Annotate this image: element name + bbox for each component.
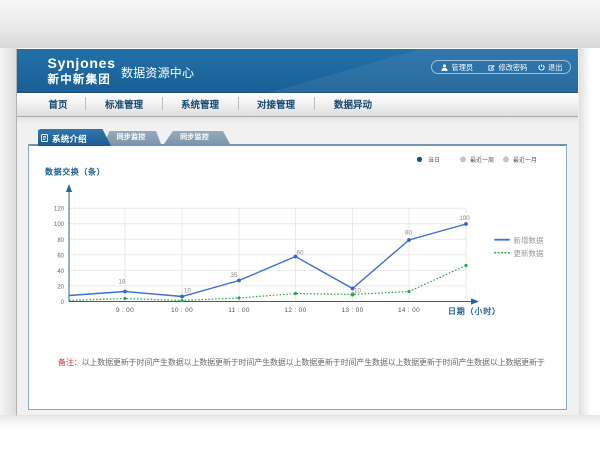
svg-text:11 : 00: 11 : 00 <box>228 307 250 314</box>
svg-text:120: 120 <box>54 207 65 213</box>
svg-text:12 : 00: 12 : 00 <box>285 307 307 314</box>
svg-text:10 : 00: 10 : 00 <box>171 307 193 314</box>
svg-text:9 : 00: 9 : 00 <box>116 307 134 314</box>
svg-text:80: 80 <box>405 230 412 237</box>
svg-text:60: 60 <box>57 253 64 259</box>
svg-text:20: 20 <box>57 284 64 290</box>
svg-text:10: 10 <box>354 288 361 295</box>
svg-text:最近一周: 最近一周 <box>470 156 494 164</box>
svg-text:日期（小时）: 日期（小时） <box>448 306 501 316</box>
svg-text:10: 10 <box>184 288 191 295</box>
svg-text:更新数据: 更新数据 <box>514 248 544 258</box>
svg-text:14 : 00: 14 : 00 <box>398 307 420 314</box>
svg-text:100: 100 <box>459 215 470 222</box>
svg-text:数据交换（条）: 数据交换（条） <box>45 167 105 177</box>
svg-text:40: 40 <box>57 269 64 275</box>
svg-text:80: 80 <box>57 238 64 244</box>
svg-text:60: 60 <box>297 250 304 257</box>
svg-text:18: 18 <box>119 279 126 286</box>
svg-text:100: 100 <box>54 222 65 228</box>
svg-text:新增数据: 新增数据 <box>514 235 544 245</box>
svg-text:最近一月: 最近一月 <box>513 156 537 164</box>
svg-text:0: 0 <box>61 300 65 306</box>
svg-text:当日: 当日 <box>428 156 440 164</box>
svg-text:13 : 00: 13 : 00 <box>342 307 364 314</box>
svg-text:35: 35 <box>231 272 238 279</box>
